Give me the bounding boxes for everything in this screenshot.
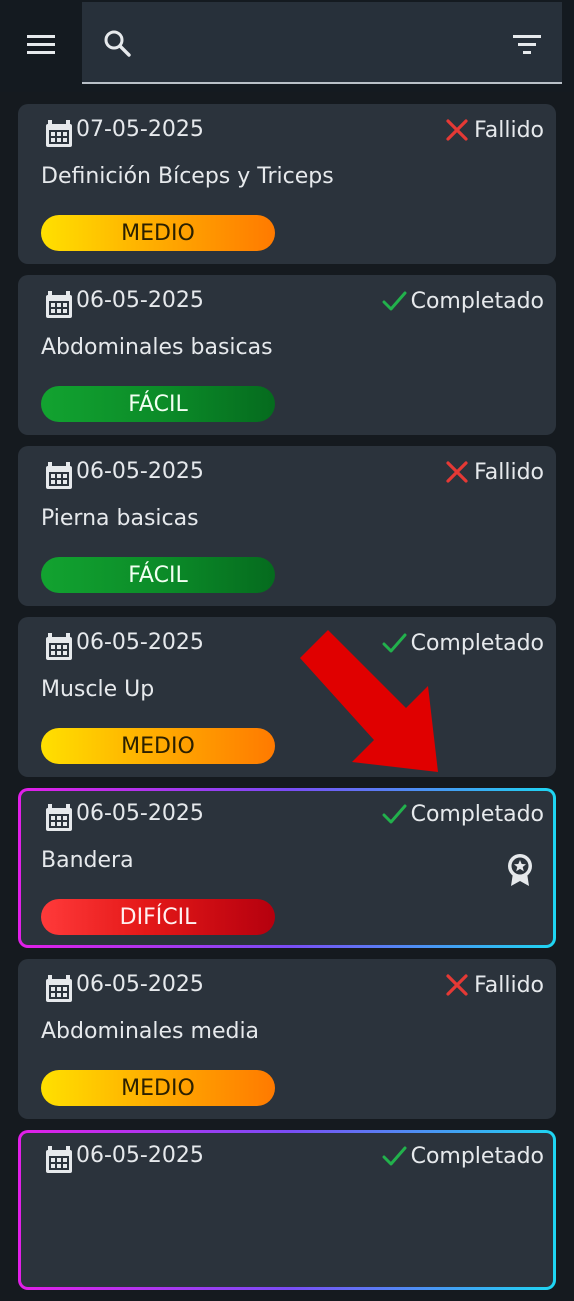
calendar-icon [46,804,72,831]
workout-card[interactable]: 06-05-2025 Fallido Abdominales media MED… [18,959,556,1119]
workout-date: 07-05-2025 [76,117,204,142]
status-label: Completado [410,801,544,827]
status-completed: Completado [381,1143,544,1169]
status-completed: Completado [381,288,544,314]
calendar-icon [46,462,72,489]
calendar-icon [46,291,72,318]
status-label: Completado [410,1143,544,1169]
difficulty-badge: FÁCIL [41,386,275,422]
workout-date: 06-05-2025 [76,1143,204,1168]
workout-name: Bandera [41,848,134,873]
x-icon [446,974,468,996]
difficulty-badge: FÁCIL [41,557,275,593]
difficulty-badge: DIFÍCIL [41,899,275,935]
workout-card[interactable]: 07-05-2025 Fallido Definición Bíceps y T… [18,104,556,264]
x-icon [446,119,468,141]
status-label: Completado [410,288,544,314]
difficulty-badge: MEDIO [41,1070,275,1106]
calendar-icon [46,975,72,1002]
workout-date: 06-05-2025 [76,801,204,826]
workout-date: 06-05-2025 [76,972,204,997]
top-bar [0,0,574,92]
medal-icon [508,854,532,886]
calendar-icon [46,1146,72,1173]
workout-name: Definición Bíceps y Triceps [41,164,334,189]
workout-name: Abdominales basicas [41,335,273,360]
workout-date: 06-05-2025 [76,459,204,484]
status-label: Fallido [474,117,544,143]
status-label: Fallido [474,459,544,485]
status-failed: Fallido [444,459,544,485]
menu-button[interactable] [20,24,62,66]
check-icon [382,291,407,311]
status-label: Fallido [474,972,544,998]
difficulty-badge: MEDIO [41,215,275,251]
arrow-icon [300,630,438,772]
check-icon [382,1146,407,1166]
workout-card[interactable]: 06-05-2025 Fallido Pierna basicas FÁCIL [18,446,556,606]
status-completed: Completado [381,801,544,827]
search-input[interactable] [82,2,562,84]
workout-name: Abdominales media [41,1019,260,1044]
search-icon[interactable] [102,28,132,58]
workout-name: Muscle Up [41,677,155,702]
workout-list: 07-05-2025 Fallido Definición Bíceps y T… [18,104,556,1301]
status-failed: Fallido [444,972,544,998]
workout-card[interactable]: 06-05-2025 Completado Muscle Up MEDIO [18,617,556,777]
menu-icon [27,35,55,54]
calendar-icon [46,633,72,660]
workout-date: 06-05-2025 [76,288,204,313]
check-icon [382,804,407,824]
workout-card-highlighted[interactable]: 06-05-2025 Completado Bandera DIFÍCIL [18,788,556,948]
workout-name: Pierna basicas [41,506,199,531]
workout-date: 06-05-2025 [76,630,204,655]
difficulty-badge: MEDIO [41,728,275,764]
filter-icon[interactable] [512,30,542,60]
x-icon [446,461,468,483]
workout-card-highlighted[interactable]: 06-05-2025 Completado [18,1130,556,1290]
status-failed: Fallido [444,117,544,143]
calendar-icon [46,120,72,147]
workout-card[interactable]: 06-05-2025 Completado Abdominales basica… [18,275,556,435]
